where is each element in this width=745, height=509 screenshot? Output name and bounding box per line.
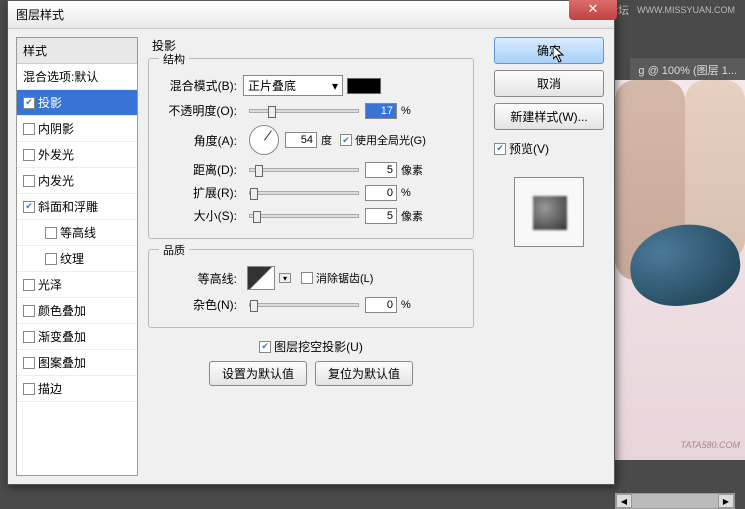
knockout-checkbox[interactable] [259,341,271,353]
structure-group: 结构 混合模式(B): 正片叠底▾ 不透明度(O): 17 % 角度(A): 5… [148,58,474,239]
noise-slider[interactable] [249,303,359,307]
canvas-image: TATA580.COM [615,80,745,460]
style-bevel[interactable]: 斜面和浮雕 [17,194,137,220]
horizontal-scrollbar[interactable]: ◀ ▶ [615,493,735,509]
angle-input[interactable]: 54 [285,132,317,148]
distance-slider[interactable] [249,168,359,172]
checkbox-icon[interactable] [23,97,35,109]
style-outer-glow[interactable]: 外发光 [17,142,137,168]
new-style-button[interactable]: 新建样式(W)... [494,103,604,130]
blend-mode-select[interactable]: 正片叠底▾ [243,75,343,96]
style-texture[interactable]: 纹理 [17,246,137,272]
style-inner-shadow[interactable]: 内阴影 [17,116,137,142]
unit-label: % [401,105,411,117]
size-label: 大小(S): [157,207,237,224]
checkbox-icon[interactable] [45,227,57,239]
site-url: WWW.MISSYUAN.COM [637,5,735,15]
scroll-left-icon[interactable]: ◀ [616,494,632,508]
opacity-input[interactable]: 17 [365,103,397,119]
panel-title: 投影 [148,37,474,54]
global-light-label: 使用全局光(G) [355,132,426,148]
global-light-checkbox[interactable] [340,134,352,146]
checkbox-icon[interactable] [23,383,35,395]
antialias-checkbox[interactable] [301,272,313,284]
watermark: TATA580.COM [680,440,740,450]
size-slider[interactable] [249,214,359,218]
styles-header[interactable]: 样式 [17,38,137,64]
blend-mode-label: 混合模式(B): [157,77,237,94]
unit-label: 像素 [401,208,423,224]
opacity-label: 不透明度(O): [157,102,237,119]
close-button[interactable]: ✕ [569,0,617,20]
preview-label: 预览(V) [509,140,549,157]
checkbox-icon[interactable] [23,357,35,369]
angle-dial[interactable] [249,125,279,155]
dialog-titlebar[interactable]: 图层样式 ✕ [8,1,614,29]
checkbox-icon[interactable] [23,201,35,213]
style-contour[interactable]: 等高线 [17,220,137,246]
unit-label: 像素 [401,162,423,178]
document-tab[interactable]: g @ 100% (图层 1... [630,58,745,82]
distance-input[interactable]: 5 [365,162,397,178]
style-color-overlay[interactable]: 颜色叠加 [17,298,137,324]
settings-panel: 投影 结构 混合模式(B): 正片叠底▾ 不透明度(O): 17 % 角度(A)… [138,29,484,484]
chevron-down-icon[interactable]: ▾ [279,273,291,283]
angle-label: 角度(A): [157,132,237,149]
group-label: 结构 [159,51,189,67]
scroll-right-icon[interactable]: ▶ [718,494,734,508]
style-gradient-overlay[interactable]: 渐变叠加 [17,324,137,350]
style-drop-shadow[interactable]: 投影 [17,90,137,116]
layer-style-dialog: 图层样式 ✕ 样式 混合选项:默认 投影 内阴影 外发光 内发光 斜面和浮雕 等… [7,0,615,485]
knockout-label: 图层挖空投影(U) [274,338,363,355]
spread-input[interactable]: 0 [365,185,397,201]
style-pattern-overlay[interactable]: 图案叠加 [17,350,137,376]
group-label: 品质 [159,242,189,258]
chevron-down-icon: ▾ [332,79,338,93]
checkbox-icon[interactable] [45,253,57,265]
blending-options[interactable]: 混合选项:默认 [17,64,137,90]
quality-group: 品质 等高线: ▾ 消除锯齿(L) 杂色(N): 0 % [148,249,474,328]
checkbox-icon[interactable] [23,175,35,187]
antialias-label: 消除锯齿(L) [316,270,373,286]
noise-label: 杂色(N): [157,296,237,313]
color-swatch[interactable] [347,78,381,94]
checkbox-icon[interactable] [23,123,35,135]
distance-label: 距离(D): [157,161,237,178]
style-stroke[interactable]: 描边 [17,376,137,402]
contour-label: 等高线: [157,270,237,287]
ok-button[interactable]: 确定 [494,37,604,64]
checkbox-icon[interactable] [23,331,35,343]
opacity-slider[interactable] [249,109,359,113]
reset-default-button[interactable]: 复位为默认值 [315,361,413,386]
dialog-title: 图层样式 [16,6,64,23]
cancel-button[interactable]: 取消 [494,70,604,97]
checkbox-icon[interactable] [23,279,35,291]
checkbox-icon[interactable] [23,305,35,317]
contour-picker[interactable] [247,266,275,290]
style-inner-glow[interactable]: 内发光 [17,168,137,194]
dialog-buttons: 确定 取消 新建样式(W)... 预览(V) [484,29,614,484]
preview-thumbnail [514,177,584,247]
unit-label: % [401,299,411,311]
spread-label: 扩展(R): [157,184,237,201]
size-input[interactable]: 5 [365,208,397,224]
spread-slider[interactable] [249,191,359,195]
style-satin[interactable]: 光泽 [17,272,137,298]
preview-checkbox[interactable] [494,143,506,155]
styles-list: 样式 混合选项:默认 投影 内阴影 外发光 内发光 斜面和浮雕 等高线 纹理 光… [16,37,138,476]
unit-label: 度 [321,132,332,148]
checkbox-icon[interactable] [23,149,35,161]
noise-input[interactable]: 0 [365,297,397,313]
unit-label: % [401,187,411,199]
set-default-button[interactable]: 设置为默认值 [209,361,307,386]
